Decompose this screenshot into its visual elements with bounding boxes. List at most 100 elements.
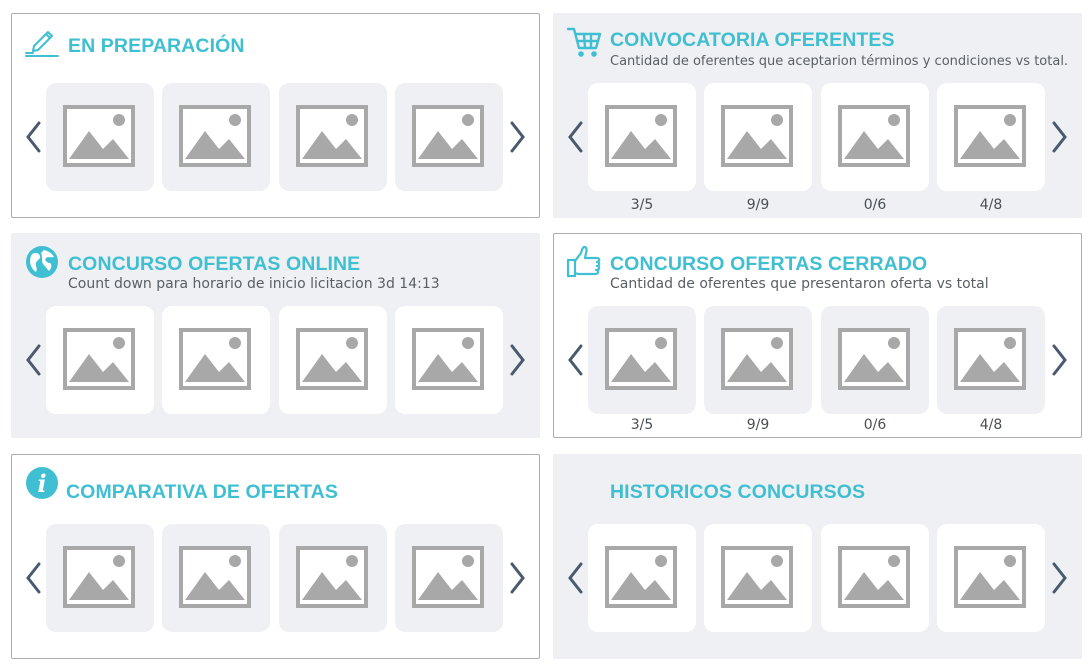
thumbnail[interactable] — [937, 306, 1045, 414]
panel-concurso-ofertas-online: CONCURSO OFERTAS ONLINE Count down para … — [11, 233, 540, 438]
thumbnail[interactable] — [704, 83, 812, 191]
thumbnail[interactable] — [395, 306, 503, 414]
image-placeholder-icon — [605, 328, 677, 390]
thumbnail-carousel: 3/5 9/9 0/6 4/8 — [554, 82, 1081, 222]
offer-count: 9/9 — [746, 417, 770, 433]
panel-en-preparacion: EN PREPARACIÓN — [11, 13, 540, 218]
image-placeholder-icon — [605, 105, 677, 167]
thumbnail[interactable] — [46, 306, 154, 414]
thumbnail[interactable] — [279, 83, 387, 191]
image-placeholder-icon — [412, 328, 484, 390]
chevron-left-icon[interactable] — [562, 558, 590, 598]
chevron-left-icon[interactable] — [562, 340, 590, 380]
panel-comparativa-de-ofertas: i COMPARATIVA DE OFERTAS — [11, 454, 540, 659]
thumbnail[interactable] — [395, 83, 503, 191]
thumbnail[interactable] — [821, 83, 929, 191]
thumbnail-carousel — [554, 523, 1081, 633]
thumbnail[interactable] — [588, 83, 696, 191]
panel-header: i COMPARATIVA DE OFERTAS — [24, 465, 529, 511]
panel-convocatoria-oferentes: CONVOCATORIA OFERENTES Cantidad de ofere… — [553, 13, 1082, 218]
offer-count: 4/8 — [979, 417, 1003, 433]
panel-title: CONVOCATORIA OFERENTES — [610, 29, 895, 51]
image-placeholder-icon — [296, 546, 368, 608]
thumbs-up-icon — [566, 244, 602, 280]
image-placeholder-icon — [605, 546, 677, 608]
thumbnail-carousel — [12, 523, 539, 633]
thumbnail[interactable] — [162, 306, 270, 414]
offerer-count: 4/8 — [979, 197, 1003, 213]
image-placeholder-icon — [179, 546, 251, 608]
chevron-right-icon[interactable] — [1045, 117, 1073, 157]
cart-icon — [566, 24, 602, 60]
chevron-right-icon[interactable] — [1045, 340, 1073, 380]
image-placeholder-icon — [63, 546, 135, 608]
panel-header: EN PREPARACIÓN — [24, 24, 529, 70]
offer-count: 3/5 — [630, 417, 654, 433]
thumbnail[interactable] — [46, 524, 154, 632]
panel-subtitle: Cantidad de oferentes que aceptarion tér… — [610, 54, 1069, 69]
globe-icon — [24, 244, 60, 280]
offer-count: 0/6 — [863, 417, 887, 433]
image-placeholder-icon — [179, 105, 251, 167]
image-placeholder-icon — [296, 105, 368, 167]
image-placeholder-icon — [412, 546, 484, 608]
image-placeholder-icon — [954, 328, 1026, 390]
panel-header: CONVOCATORIA OFERENTES Cantidad de ofere… — [566, 24, 1071, 70]
image-placeholder-icon — [721, 546, 793, 608]
info-icon: i — [24, 465, 60, 501]
image-placeholder-icon — [296, 328, 368, 390]
panel-title: EN PREPARACIÓN — [68, 35, 245, 57]
thumbnail[interactable] — [821, 524, 929, 632]
thumbnail[interactable] — [162, 524, 270, 632]
panel-concurso-ofertas-cerrado: CONCURSO OFERTAS CERRADO Cantidad de ofe… — [553, 233, 1082, 438]
image-placeholder-icon — [179, 328, 251, 390]
offerer-count: 0/6 — [863, 197, 887, 213]
chevron-left-icon[interactable] — [20, 558, 48, 598]
chevron-left-icon[interactable] — [562, 117, 590, 157]
thumbnail[interactable] — [588, 306, 696, 414]
thumbnail[interactable] — [704, 306, 812, 414]
panel-title: CONCURSO OFERTAS CERRADO — [610, 253, 928, 275]
panel-header: CONCURSO OFERTAS ONLINE Count down para … — [24, 244, 529, 292]
thumbnail-carousel: 3/5 9/9 0/6 4/8 — [554, 305, 1081, 435]
chevron-left-icon[interactable] — [20, 340, 48, 380]
thumbnail[interactable] — [162, 83, 270, 191]
image-placeholder-icon — [838, 328, 910, 390]
thumbnail[interactable] — [821, 306, 929, 414]
image-placeholder-icon — [954, 546, 1026, 608]
thumbnail[interactable] — [937, 83, 1045, 191]
image-placeholder-icon — [954, 105, 1026, 167]
panel-header: CONCURSO OFERTAS CERRADO Cantidad de ofe… — [566, 244, 1071, 292]
chevron-right-icon[interactable] — [503, 558, 531, 598]
chevron-right-icon[interactable] — [503, 340, 531, 380]
svg-text:i: i — [37, 469, 46, 498]
thumbnail[interactable] — [395, 524, 503, 632]
thumbnail-carousel — [12, 305, 539, 415]
panel-subtitle: Cantidad de oferentes que presentaron of… — [610, 276, 989, 292]
image-placeholder-icon — [63, 105, 135, 167]
panel-historicos-concursos: HISTORICOS CONCURSOS — [553, 454, 1082, 659]
thumbnail[interactable] — [704, 524, 812, 632]
thumbnail[interactable] — [46, 83, 154, 191]
thumbnail[interactable] — [937, 524, 1045, 632]
image-placeholder-icon — [721, 105, 793, 167]
offerer-count: 9/9 — [746, 197, 770, 213]
thumbnail[interactable] — [588, 524, 696, 632]
image-placeholder-icon — [63, 328, 135, 390]
panel-subtitle: Count down para horario de inicio licita… — [68, 276, 440, 292]
chevron-right-icon[interactable] — [503, 117, 531, 157]
panel-title: HISTORICOS CONCURSOS — [610, 481, 866, 503]
chevron-right-icon[interactable] — [1045, 558, 1073, 598]
thumbnail[interactable] — [279, 524, 387, 632]
chevron-left-icon[interactable] — [20, 117, 48, 157]
offerer-count: 3/5 — [630, 197, 654, 213]
image-placeholder-icon — [838, 105, 910, 167]
panel-header: HISTORICOS CONCURSOS — [566, 465, 1071, 511]
pen-icon — [24, 24, 60, 60]
image-placeholder-icon — [838, 546, 910, 608]
thumbnail-carousel — [12, 82, 539, 192]
image-placeholder-icon — [412, 105, 484, 167]
panel-title: CONCURSO OFERTAS ONLINE — [68, 253, 361, 275]
image-placeholder-icon — [721, 328, 793, 390]
thumbnail[interactable] — [279, 306, 387, 414]
